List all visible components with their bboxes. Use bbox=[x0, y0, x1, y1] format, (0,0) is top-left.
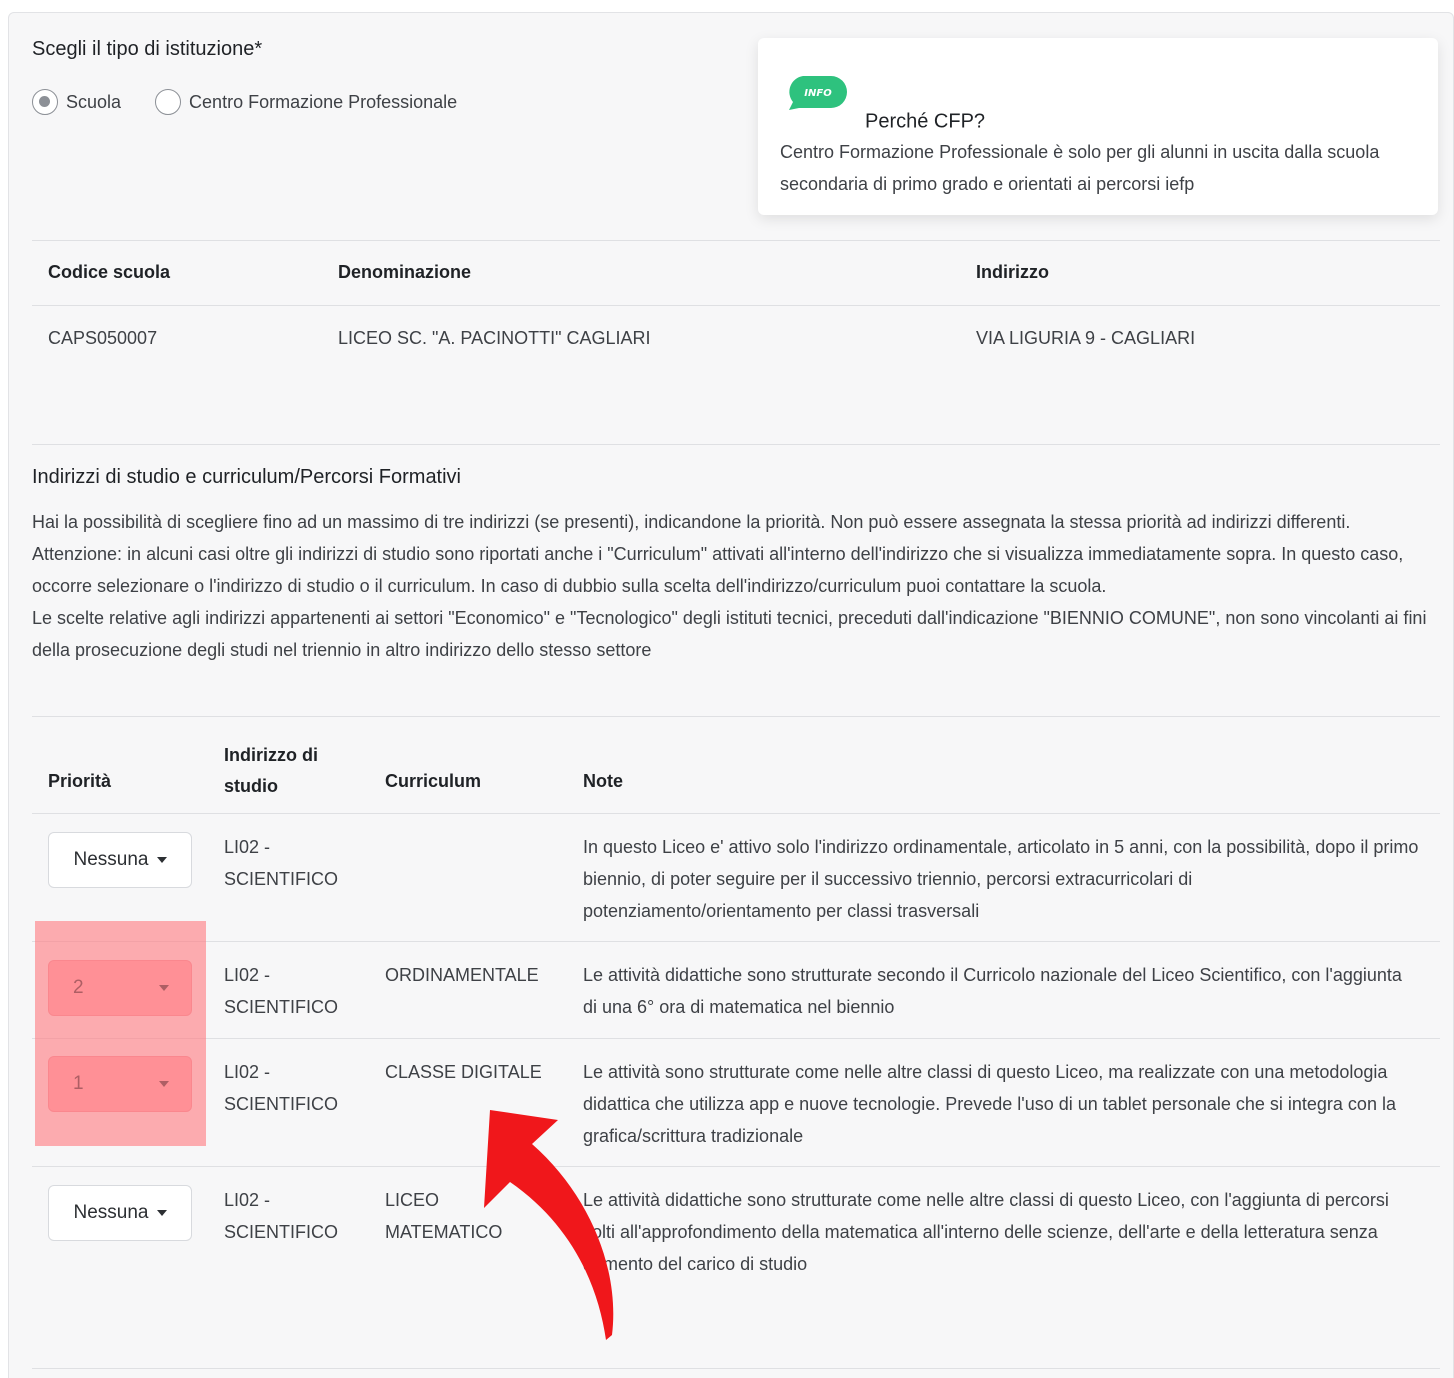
annotation-highlight bbox=[35, 921, 206, 1146]
divider bbox=[32, 1166, 1440, 1167]
radio-cfp[interactable] bbox=[155, 89, 182, 115]
divider bbox=[32, 305, 1440, 306]
study-section-title: Indirizzi di studio e curriculum/Percors… bbox=[32, 466, 462, 488]
header-indirizzo: Indirizzo bbox=[976, 262, 1049, 282]
row-address: LI02 - SCIENTIFICO bbox=[224, 965, 339, 1017]
priority-value: Nessuna bbox=[73, 1202, 149, 1223]
row-address: LI02 - SCIENTIFICO bbox=[224, 1062, 339, 1114]
divider bbox=[32, 1368, 1440, 1369]
row-curriculum: CLASSE DIGITALE bbox=[385, 1062, 542, 1082]
caret-down-icon bbox=[156, 857, 167, 863]
school-name: LICEO SC. "A. PACINOTTI" CAGLIARI bbox=[338, 328, 651, 348]
school-address: VIA LIGURIA 9 - CAGLIARI bbox=[976, 328, 1196, 348]
radio-cfp-label[interactable]: Centro Formazione Professionale bbox=[189, 92, 457, 113]
school-code: CAPS050007 bbox=[48, 328, 158, 348]
institution-radio-group: Scuola Centro Formazione Professionale bbox=[32, 88, 483, 116]
divider bbox=[32, 1038, 1440, 1039]
info-card: INFO Perché CFP? Centro Formazione Profe… bbox=[758, 38, 1438, 215]
divider bbox=[32, 716, 1440, 717]
row-note: Le attività didattiche sono strutturate … bbox=[583, 1190, 1389, 1274]
header-indirizzo-studio: Indirizzo di studio bbox=[224, 740, 318, 802]
info-badge-text: INFO bbox=[804, 88, 832, 99]
description-paragraph: Le scelte relative agli indirizzi appart… bbox=[32, 608, 1427, 660]
divider bbox=[32, 941, 1440, 942]
row-note: Le attività didattiche sono strutturate … bbox=[583, 965, 1402, 1017]
red-arrow-icon bbox=[484, 1110, 614, 1340]
form-panel bbox=[8, 12, 1454, 1378]
header-indirizzo-line1: Indirizzo di bbox=[224, 745, 318, 765]
priority-dropdown[interactable]: Nessuna bbox=[48, 832, 192, 888]
description-paragraph: Hai la possibilità di scegliere fino ad … bbox=[32, 512, 1351, 532]
header-note: Note bbox=[583, 771, 623, 791]
divider bbox=[32, 444, 1440, 445]
priority-dropdown[interactable]: Nessuna bbox=[48, 1185, 192, 1241]
divider bbox=[32, 813, 1440, 814]
header-codice-scuola: Codice scuola bbox=[48, 262, 171, 282]
radio-scuola[interactable] bbox=[32, 89, 58, 115]
header-curriculum: Curriculum bbox=[385, 771, 482, 791]
row-address: LI02 - SCIENTIFICO bbox=[224, 1190, 339, 1242]
radio-scuola-label[interactable]: Scuola bbox=[66, 92, 121, 113]
header-priorita: Priorità bbox=[48, 771, 112, 791]
caret-down-icon bbox=[156, 1210, 167, 1216]
study-section-description: Hai la possibilità di scegliere fino ad … bbox=[32, 506, 1442, 666]
divider bbox=[32, 240, 1440, 241]
description-paragraph: Attenzione: in alcuni casi oltre gli ind… bbox=[32, 544, 1404, 596]
info-title: Perché CFP? bbox=[865, 110, 986, 133]
institution-type-title: Scegli il tipo di istituzione* bbox=[32, 38, 263, 60]
info-text: Centro Formazione Professionale è solo p… bbox=[780, 142, 1380, 194]
row-note: In questo Liceo e' attivo solo l'indiriz… bbox=[583, 837, 1419, 921]
row-curriculum: ORDINAMENTALE bbox=[385, 965, 539, 985]
header-denominazione: Denominazione bbox=[338, 262, 472, 282]
row-address: LI02 - SCIENTIFICO bbox=[224, 837, 339, 889]
header-indirizzo-line2: studio bbox=[224, 776, 278, 796]
row-note: Le attività sono strutturate come nelle … bbox=[583, 1062, 1396, 1146]
priority-value: Nessuna bbox=[73, 849, 149, 870]
info-icon: INFO bbox=[789, 76, 847, 110]
